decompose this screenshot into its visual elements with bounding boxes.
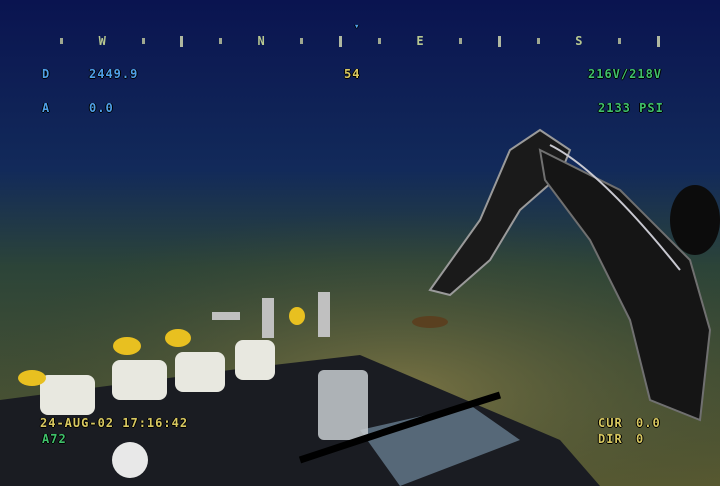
timestamp: 24-AUG-02 17:16:42 [40, 416, 189, 430]
compass-tick [141, 38, 145, 44]
compass-tick [497, 35, 501, 47]
direction-label: DIR [598, 432, 623, 446]
direction-value: 0 [636, 432, 645, 446]
compass-tick [656, 35, 660, 47]
compass-label-n: N [257, 34, 265, 48]
compass-tick [60, 38, 63, 44]
current-label: CUR [598, 416, 623, 430]
rov-camera-frame: ▾ W N E S D 2449.9 54 216V/218V A 0.0 21… [0, 0, 720, 486]
compass-label-w: W [98, 34, 106, 48]
compass-tick [618, 38, 622, 44]
compass-label-e: E [416, 34, 424, 48]
sample-object [412, 316, 448, 328]
altitude-label: A [42, 101, 51, 115]
voltage-readout: 216V/218V [588, 67, 663, 81]
compass-tick [180, 35, 184, 47]
compass-pointer: ▾ [354, 22, 361, 32]
pressure-readout: 2133 PSI [598, 101, 664, 115]
compass-tick [218, 38, 222, 44]
heading-value: 54 [344, 67, 361, 81]
compass-tick [300, 38, 304, 44]
compass-tape: W N E S [60, 34, 660, 48]
depth-value: 2449.9 [89, 67, 139, 81]
current-value: 0.0 [636, 416, 661, 430]
altitude-value: 0.0 [89, 101, 114, 115]
compass-tick [459, 38, 463, 44]
compass-tick [377, 38, 381, 44]
compass-tick [339, 35, 343, 47]
depth-label: D [42, 67, 51, 81]
compass-tick [536, 38, 540, 44]
compass-label-s: S [575, 34, 583, 48]
camera-id: A72 [42, 432, 67, 446]
